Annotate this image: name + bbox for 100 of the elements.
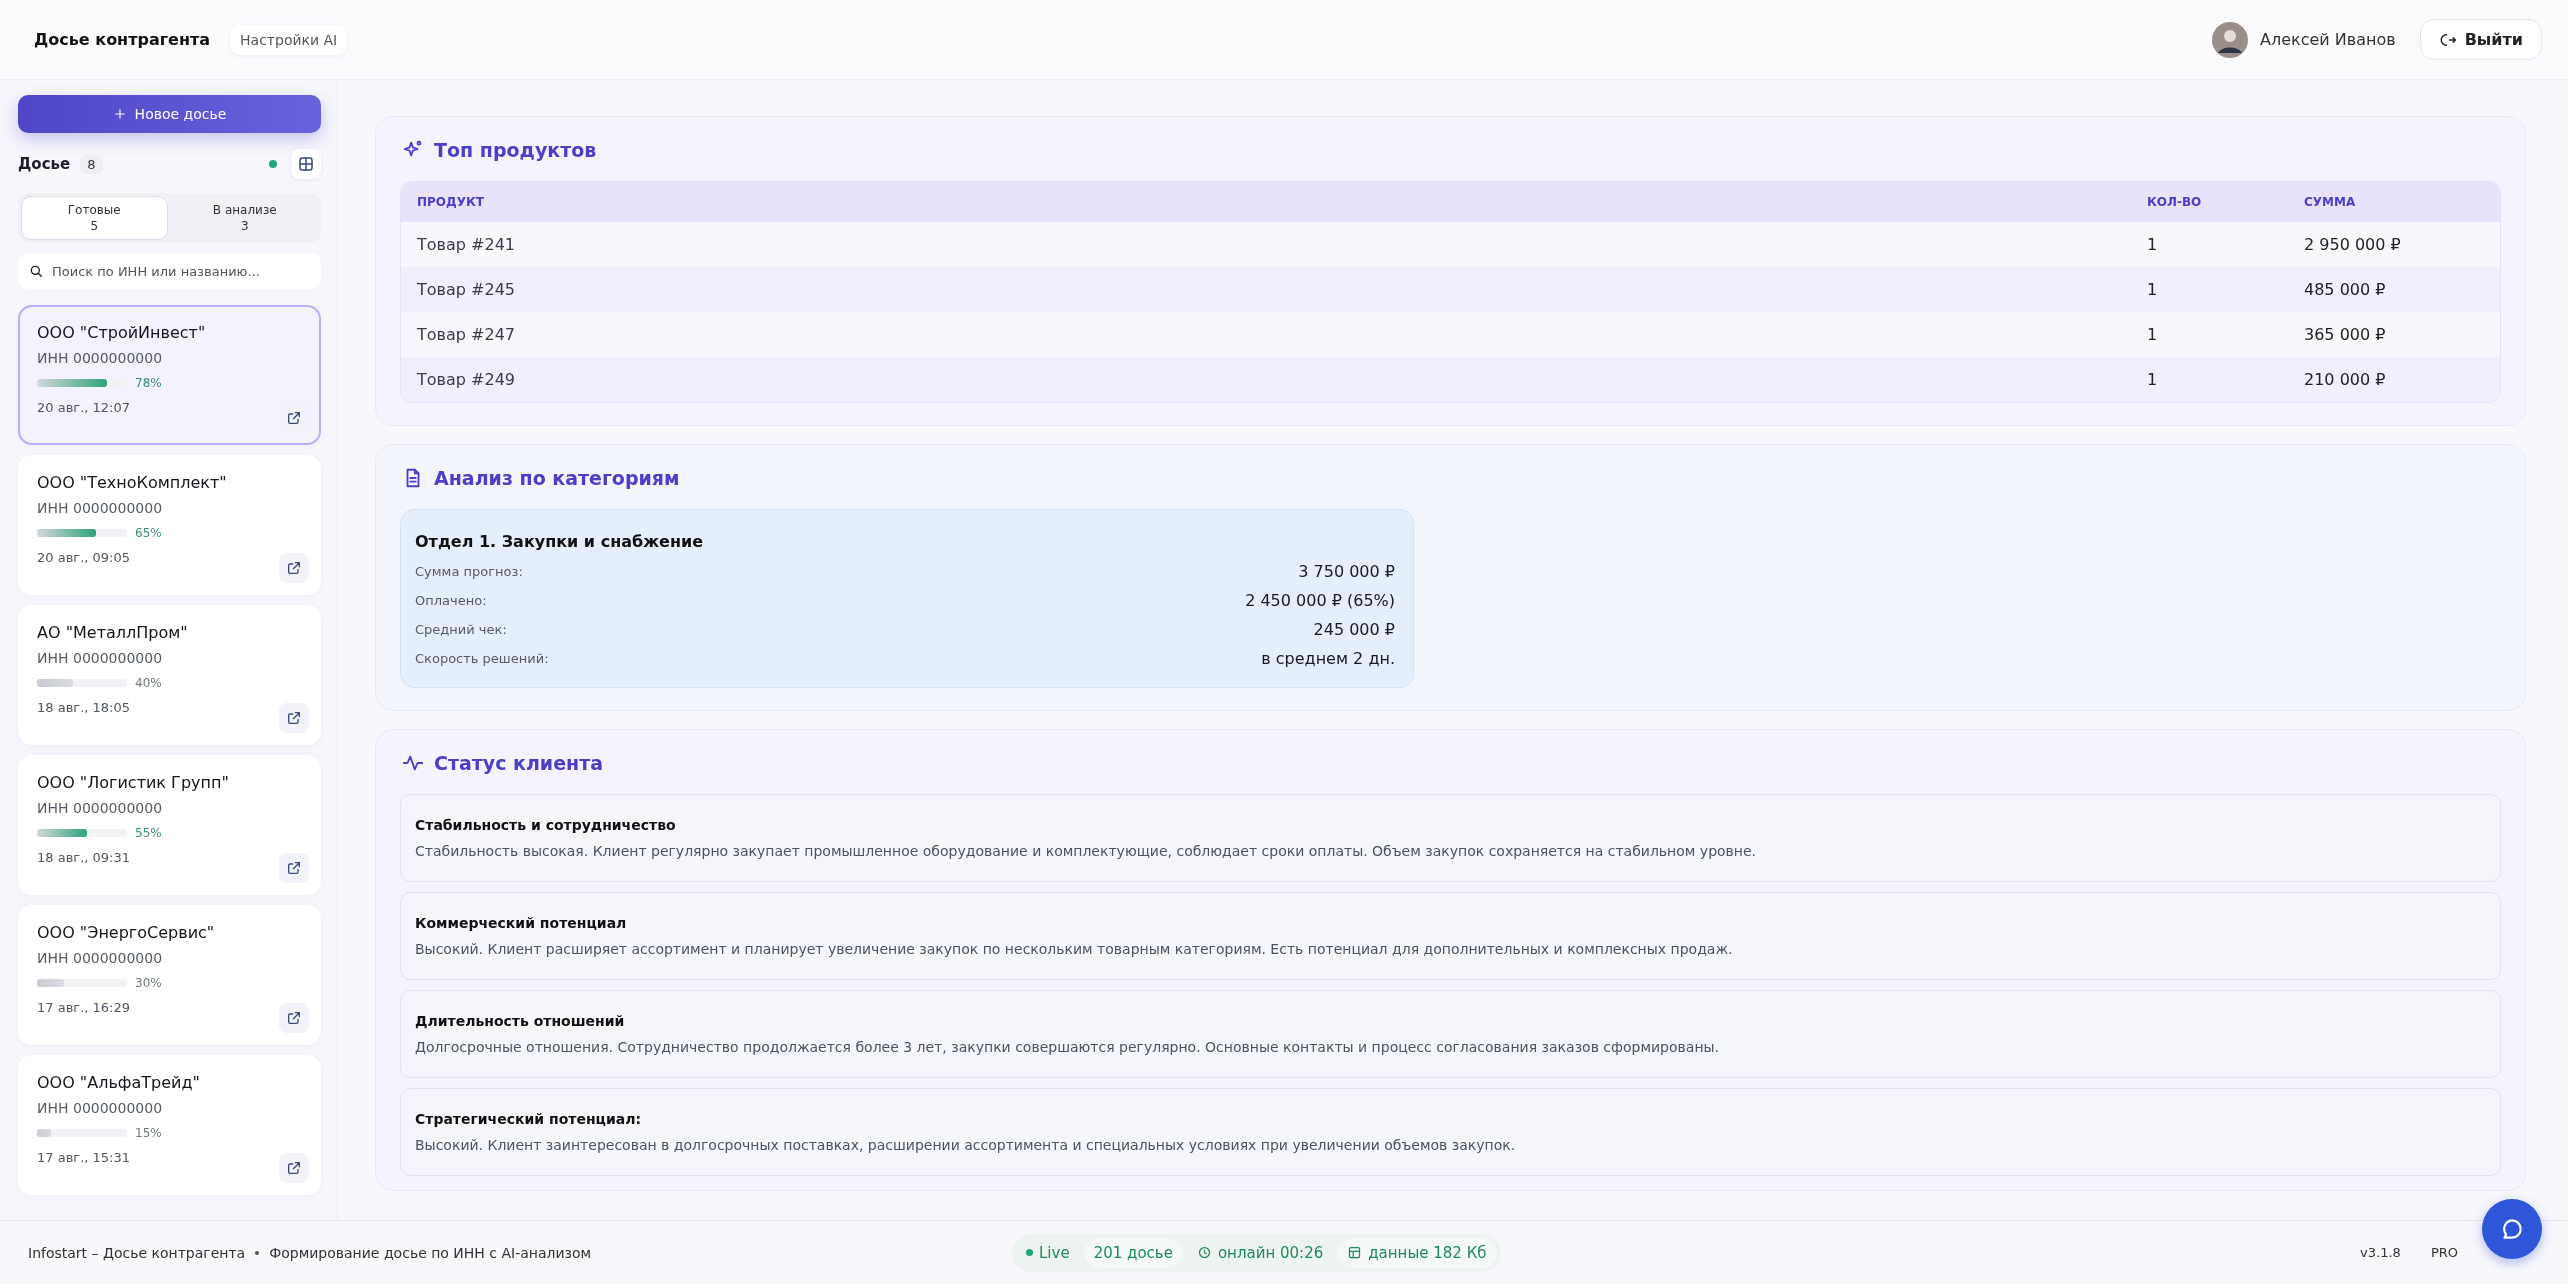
section-title: Статус клиента — [434, 752, 604, 774]
table-cell-text: 365 000 ₽ — [2304, 325, 2387, 344]
chat-button[interactable] — [2482, 1199, 2542, 1259]
table-cell-text: Товар #249 — [417, 370, 516, 389]
inn-label: ИНН 0000000000 — [37, 500, 164, 517]
nav-tab[interactable]: Досье контрагента — [28, 23, 217, 56]
company-name: ООО "ЭнергоСервис" — [37, 923, 216, 943]
open-button[interactable] — [279, 403, 309, 434]
metric-label: Сумма прогноз: — [415, 564, 523, 579]
metric-value: 2 450 000 ₽ (65%) — [1245, 591, 1395, 610]
table-cell-text: 1 — [2147, 370, 2159, 389]
column-header: СУММА — [2304, 195, 2357, 209]
column-header: ПРОДУКТ — [417, 195, 485, 209]
plus-icon — [112, 107, 127, 121]
filter-tab[interactable]: Готовые 5 — [21, 196, 168, 241]
table-cell-text: 2 950 000 ₽ — [2304, 235, 2402, 254]
filter-tab[interactable]: В анализе 3 — [171, 196, 318, 241]
company-name: ООО "СтройИнвест" — [37, 323, 207, 343]
status-title: Длительность отношений — [415, 1013, 626, 1029]
status-text: Высокий. Клиент расширяет ассортимент и планирует увеличение закупок по нескольким товарным категориям. Есть потенциал для дополнительных и комплексных продаж. — [415, 941, 1734, 957]
table-cell-text: 210 000 ₽ — [2304, 370, 2387, 389]
version-label: v3.1.8 — [2360, 1245, 2401, 1260]
live-dot-icon — [1026, 1249, 1033, 1256]
company-name: ООО "Логистик Групп" — [37, 773, 230, 793]
table-cell-text: Товар #241 — [417, 235, 516, 254]
open-button[interactable] — [279, 1153, 309, 1184]
external-link-icon — [286, 710, 302, 727]
progress-percent: 30% — [135, 976, 162, 991]
status-text: Стабильность высокая. Клиент регулярно закупает промышленное оборудование и комплектующие, соблюдает сроки оплаты. Объем закупок сохраняется на стабильном уровне. — [415, 843, 1758, 859]
external-link-icon — [286, 1160, 302, 1177]
dossier-card[interactable]: ООО "СтройИнвест" ИНН 0000000000 78% 20 авг., 12:07 — [18, 305, 321, 446]
metric-label: Скорость решений: — [415, 651, 549, 666]
company-name: ООО "ТехноКомплект" — [37, 473, 228, 493]
inn-label: ИНН 0000000000 — [37, 950, 164, 967]
status-title: Стабильность и сотрудничество — [415, 817, 677, 833]
external-link-icon — [286, 560, 302, 577]
table-cell-text: 1 — [2147, 235, 2159, 254]
new-dossier-button[interactable]: Новое досье — [18, 95, 321, 133]
date-label: 17 авг., 15:31 — [37, 1150, 130, 1166]
section-title: Топ продуктов — [434, 139, 597, 161]
plan-label: PRO — [2430, 1245, 2458, 1260]
app-name: Infostart – Досье контрагента — [28, 1244, 246, 1261]
company-name: АО "МеталлПром" — [37, 623, 189, 643]
inn-label: ИНН 0000000000 — [37, 650, 164, 667]
progress-percent: 78% — [135, 376, 162, 391]
stat-label: 201 досье — [1093, 1243, 1173, 1262]
stat-label: онлайн 00:26 — [1217, 1243, 1324, 1262]
dossier-card[interactable]: ООО "АльфаТрейд" ИНН 0000000000 15% 17 авг., 15:31 — [18, 1055, 321, 1196]
inn-label: ИНН 0000000000 — [37, 1100, 164, 1117]
open-button[interactable] — [279, 1003, 309, 1034]
stat-label: Live — [1039, 1243, 1070, 1262]
dossier-card[interactable]: ООО "Логистик Групп" ИНН 0000000000 55% 18 авг., 09:31 — [18, 755, 321, 896]
list-title: Досье — [18, 155, 71, 173]
grid-view-button[interactable] — [291, 149, 321, 179]
date-label: 18 авг., 18:05 — [37, 700, 130, 716]
app-subtitle: Формирование досье по ИНН с AI-анализом — [269, 1244, 592, 1261]
open-button[interactable] — [279, 553, 309, 584]
user-name: Алексей Иванов — [2259, 30, 2396, 49]
metric-label: Средний чек: — [415, 622, 507, 637]
status-dot-icon — [269, 160, 277, 168]
table-cell-text: Товар #247 — [417, 325, 516, 344]
metric-label: Оплачено: — [415, 593, 487, 608]
external-link-icon — [286, 410, 302, 427]
inn-label: ИНН 0000000000 — [37, 350, 164, 367]
external-link-icon — [286, 860, 302, 877]
progress-percent: 55% — [135, 826, 162, 841]
nav-tab[interactable]: Настройки AI — [230, 24, 348, 55]
external-link-icon — [286, 1010, 302, 1027]
date-label: 20 авг., 09:05 — [37, 550, 130, 566]
section-title: Анализ по категориям — [434, 467, 680, 489]
column-header: КОЛ-ВО — [2147, 195, 2203, 209]
open-button[interactable] — [279, 853, 309, 884]
logout-button[interactable]: Выйти — [2419, 19, 2542, 60]
status-text: Высокий. Клиент заинтересован в долгосрочных поставках, расширении ассортимента и специальных условиях при увеличении объемов закупок. — [415, 1137, 1517, 1153]
company-name: ООО "АльфаТрейд" — [37, 1073, 201, 1093]
status-title: Стратегический потенциал: — [415, 1111, 643, 1127]
date-label: 18 авг., 09:31 — [37, 850, 130, 866]
progress-percent: 65% — [135, 526, 162, 541]
table-cell-text: Товар #245 — [417, 280, 516, 299]
date-label: 17 авг., 16:29 — [37, 1000, 130, 1016]
stat-label: данные 182 Кб — [1368, 1243, 1487, 1262]
table-cell-text: 485 000 ₽ — [2304, 280, 2387, 299]
dossier-card[interactable]: ООО "ТехноКомплект" ИНН 0000000000 65% 20 авг., 09:05 — [18, 455, 321, 596]
progress-percent: 15% — [135, 1126, 162, 1141]
table-cell-text: 1 — [2147, 325, 2159, 344]
search-field[interactable]: Поиск по ИНН или названию... — [18, 253, 321, 290]
avatar-icon — [2211, 21, 2248, 58]
table-cell-text: 1 — [2147, 280, 2159, 299]
metric-value: в среднем 2 дн. — [1261, 649, 1395, 668]
open-button[interactable] — [279, 703, 309, 734]
clock-icon — [1196, 1245, 1212, 1260]
date-label: 20 авг., 12:07 — [37, 400, 130, 416]
dossier-card[interactable]: ООО "ЭнергоСервис" ИНН 0000000000 30% 17 авг., 16:29 — [18, 905, 321, 1046]
status-title: Коммерческий потенциал — [415, 915, 628, 931]
department-title: Отдел 1. Закупки и снабжение — [415, 532, 705, 551]
database-icon — [1347, 1245, 1363, 1260]
inn-label: ИНН 0000000000 — [37, 800, 164, 817]
progress-percent: 40% — [135, 676, 162, 691]
dossier-card[interactable]: АО "МеталлПром" ИНН 0000000000 40% 18 авг., 18:05 — [18, 605, 321, 746]
metric-value: 3 750 000 ₽ — [1298, 562, 1395, 581]
